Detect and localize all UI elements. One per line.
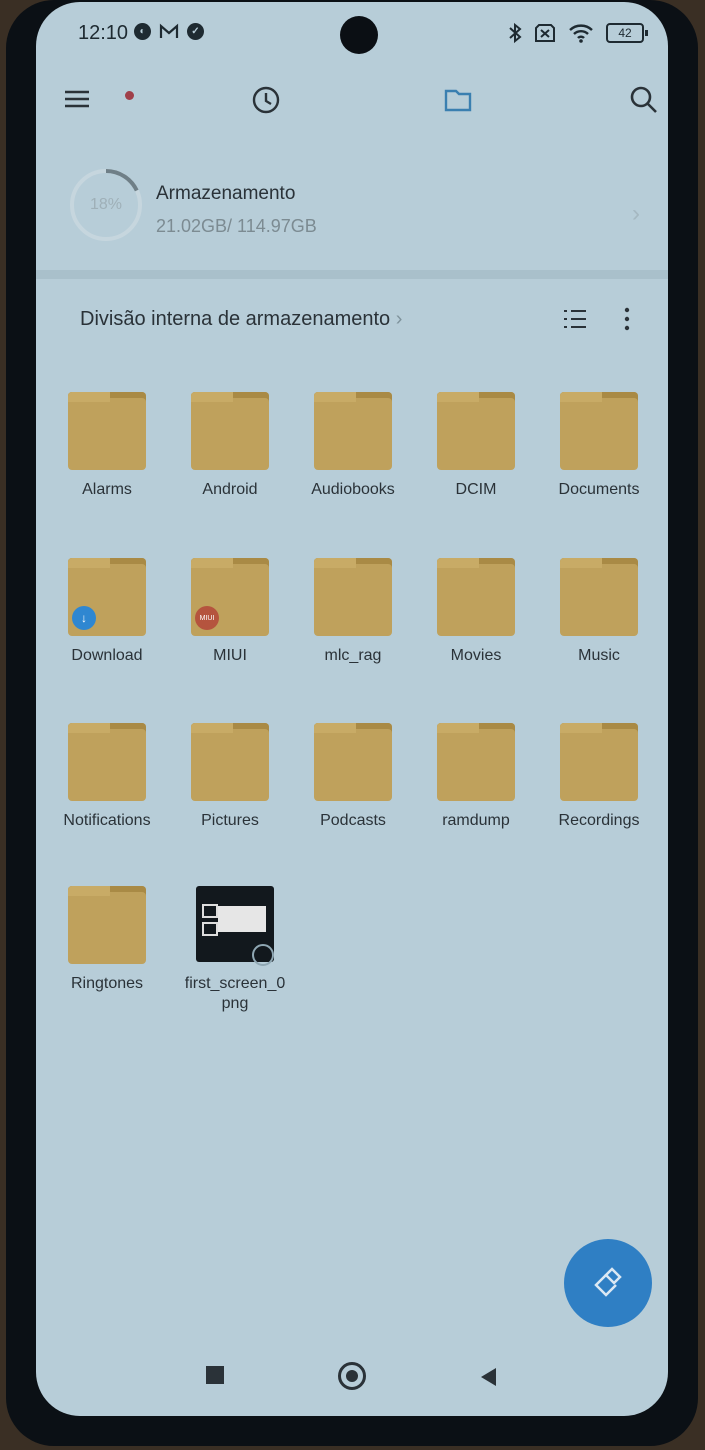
menu-button[interactable] [62, 84, 134, 120]
recent-button[interactable] [250, 84, 286, 120]
storage-title: Armazenamento [156, 183, 296, 204]
file-name-line1: first_screen_0 [184, 975, 286, 992]
folder-icon [560, 723, 638, 801]
folder-icon [191, 392, 269, 470]
sim-blocked-icon [535, 24, 555, 42]
recents-button[interactable] [206, 1366, 228, 1388]
folder-item[interactable]: MIUI MIUI [169, 558, 291, 688]
folder-label: DCIM [455, 481, 497, 498]
menu-icon [65, 90, 89, 108]
folder-item[interactable]: Podcasts [292, 723, 414, 853]
folder-item[interactable]: Movies [415, 558, 537, 688]
folder-label: Recordings [558, 812, 640, 829]
clean-button[interactable] [564, 1239, 652, 1327]
screen: 12:10 ◐ ✓ 42 18% Armazenamento 21.02GB/ … [36, 2, 668, 1416]
storage-size: 21.02GB/ 114.97GB [156, 216, 317, 236]
phone-frame: 12:10 ◐ ✓ 42 18% Armazenamento 21.02GB/ … [6, 0, 698, 1446]
divider [36, 270, 668, 279]
folder-icon [191, 723, 269, 801]
download-icon: ↓ [72, 606, 96, 630]
folder-label: Notifications [63, 812, 151, 829]
folder-item[interactable]: ↓ Download [46, 558, 168, 688]
status-time: 12:10 [78, 22, 129, 44]
chevron-right-icon: › [395, 308, 403, 330]
folder-label: Download [71, 647, 143, 664]
status-bar: 12:10 ◐ ✓ 42 [36, 2, 668, 64]
storage-card[interactable]: 18% Armazenamento 21.02GB/ 114.97GB › [36, 162, 668, 272]
folder-item[interactable]: Music [538, 558, 660, 688]
folder-icon [68, 392, 146, 470]
folder-label: Podcasts [320, 812, 386, 829]
folder-label: Movies [450, 647, 502, 664]
folder-item[interactable]: ramdump [415, 723, 537, 853]
home-icon [338, 1362, 366, 1390]
folder-icon: MIUI [191, 558, 269, 636]
folder-label: Ringtones [70, 975, 144, 992]
navigation-bar [36, 1352, 668, 1402]
clock-icon [252, 86, 280, 114]
breadcrumb-title[interactable]: Divisão interna de armazenamento › [80, 308, 402, 331]
list-view-icon[interactable] [562, 306, 588, 332]
folder-icon [560, 558, 638, 636]
gmail-icon [159, 23, 179, 38]
folder-label: Documents [558, 481, 640, 498]
folder-icon [68, 723, 146, 801]
miui-icon: MIUI [195, 606, 219, 630]
breadcrumb: Divisão interna de armazenamento › [36, 298, 668, 344]
home-button[interactable] [338, 1362, 368, 1392]
folder-label: Alarms [82, 481, 132, 498]
wifi-icon [569, 24, 593, 43]
folder-item[interactable]: DCIM [415, 392, 537, 522]
file-name-line2: png [221, 995, 249, 1012]
search-icon [630, 86, 657, 113]
folder-item[interactable]: mlc_rag [292, 558, 414, 688]
front-camera [340, 16, 378, 54]
files-tab-button[interactable] [442, 84, 478, 120]
folder-icon [314, 392, 392, 470]
folder-label: ramdump [442, 812, 510, 829]
folder-label: Pictures [201, 812, 259, 829]
folder-item[interactable]: Ringtones [46, 886, 168, 1016]
back-icon [481, 1368, 496, 1386]
folder-label: mlc_rag [324, 647, 382, 664]
back-button[interactable] [478, 1366, 502, 1390]
bluetooth-icon [509, 22, 522, 44]
folder-icon [314, 723, 392, 801]
folder-item[interactable]: Notifications [46, 723, 168, 853]
clean-broom-icon [594, 1267, 622, 1297]
chevron-right-icon: › [632, 200, 640, 227]
folder-item[interactable]: Pictures [169, 723, 291, 853]
folder-label: MIUI [213, 647, 247, 664]
folder-label: Android [202, 481, 258, 498]
top-toolbar [36, 76, 668, 128]
folder-item[interactable]: Documents [538, 392, 660, 522]
notification-dot [125, 91, 134, 100]
folder-icon [437, 723, 515, 801]
folder-icon: ↓ [68, 558, 146, 636]
folder-item[interactable]: Alarms [46, 392, 168, 522]
folder-icon [437, 558, 515, 636]
folder-item[interactable]: Android [169, 392, 291, 522]
folder-icon [437, 392, 515, 470]
folder-icon [560, 392, 638, 470]
folder-item[interactable]: Audiobooks [292, 392, 414, 522]
more-options-icon[interactable] [622, 306, 632, 332]
folder-item[interactable]: Recordings [538, 723, 660, 853]
folder-icon [444, 89, 472, 112]
folder-label: Audiobooks [311, 481, 395, 498]
storage-percent: 18% [89, 196, 123, 213]
recents-icon [206, 1366, 224, 1384]
folder-icon [68, 886, 146, 964]
check-icon: ✓ [187, 23, 204, 40]
theme-icon: ◐ [134, 23, 151, 40]
search-button[interactable] [628, 84, 664, 120]
battery-icon: 42 [606, 23, 648, 43]
folder-label: Music [578, 647, 620, 664]
image-thumbnail [196, 886, 274, 966]
folder-icon [314, 558, 392, 636]
file-item[interactable]: first_screen_0 png [174, 886, 296, 1016]
